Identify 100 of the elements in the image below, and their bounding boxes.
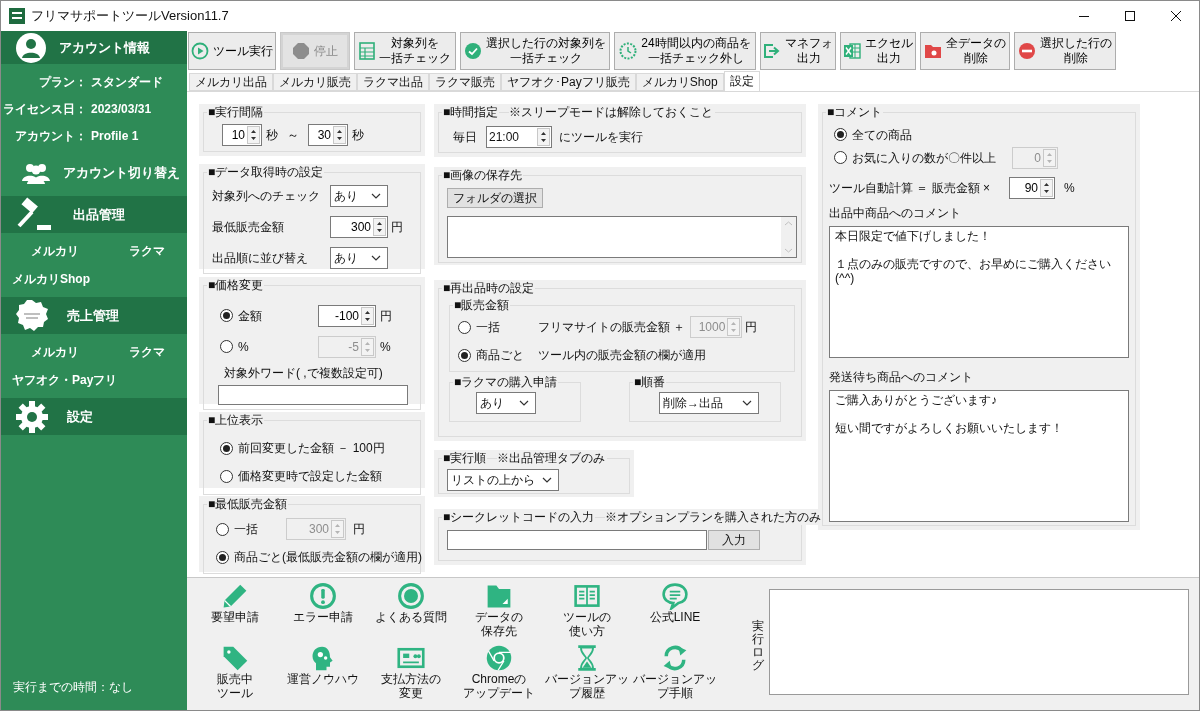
tab[interactable]: 設定 xyxy=(723,71,760,91)
tab[interactable]: ヤフオク･Payフリ販売 xyxy=(501,73,636,91)
sidebar-link[interactable]: メルカリShop xyxy=(12,270,90,288)
radio-label: 前回変更した金額 － 100円 xyxy=(238,440,385,457)
separator-label: ～ xyxy=(287,127,299,144)
group-note: ※スリープモードは解除しておくこと xyxy=(509,104,716,120)
sidebar-link[interactable]: メルカリ xyxy=(31,343,129,361)
toolbar-button[interactable]: 選択した行の対象列を 一括チェック xyxy=(460,32,610,70)
shortcut-button[interactable]: エラー申請 xyxy=(279,582,367,642)
spin-arrows-icon[interactable] xyxy=(373,218,386,236)
radio-button[interactable] xyxy=(220,309,233,322)
sidebar-link[interactable]: ラクマ xyxy=(129,242,165,260)
shortcut-button[interactable]: 要望申請 xyxy=(191,582,279,642)
comment-field[interactable]: ご購入ありがとうございます♪ 短い間ですがよろしくお願いいたします！ xyxy=(829,390,1129,522)
minimize-icon xyxy=(1079,15,1089,17)
tab[interactable]: メルカリ販売 xyxy=(273,73,357,91)
toolbar-button[interactable]: マネフォ 出力 xyxy=(760,32,836,70)
shortcut-button[interactable]: バージョンアッ プ手順 xyxy=(631,644,719,706)
header-label: アカウント情報 xyxy=(59,38,150,57)
folder-button[interactable]: フォルダの選択 xyxy=(447,188,543,208)
field-label: にツールを実行 xyxy=(559,129,643,146)
shortcut-button[interactable]: 運営ノウハウ xyxy=(279,644,367,706)
spin-arrows-icon[interactable] xyxy=(247,126,260,144)
group-title: ■順番 xyxy=(633,374,667,390)
sidebar-header[interactable]: アカウント情報 xyxy=(1,31,187,64)
radio-button[interactable] xyxy=(220,441,233,455)
info-label: プラン： xyxy=(38,73,87,91)
sidebar-link[interactable]: ヤフオク・Payフリ xyxy=(12,371,118,389)
text-field[interactable] xyxy=(447,530,707,550)
dropdown[interactable]: あり xyxy=(330,185,388,207)
dropdown[interactable]: 削除→出品 xyxy=(659,392,759,414)
stop-sign-icon xyxy=(292,42,310,60)
spin-arrows-icon[interactable] xyxy=(1040,179,1053,197)
radio-button[interactable] xyxy=(220,469,233,483)
shortcut-button[interactable]: 販売中 ツール xyxy=(191,644,279,706)
number-spinner[interactable]: -100 xyxy=(318,304,376,327)
toolbar-button[interactable]: 全データの 削除 xyxy=(920,32,1010,70)
shortcut-button[interactable]: 公式LINE xyxy=(631,582,719,642)
shortcut-button[interactable]: Chromeの アップデート xyxy=(455,644,543,706)
sidebar-link[interactable]: ラクマ xyxy=(129,343,165,361)
radio-button[interactable] xyxy=(458,348,471,362)
toolbar-button[interactable]: ツール実行 xyxy=(188,32,276,70)
unit-label: % xyxy=(380,338,391,356)
spin-arrows-icon[interactable] xyxy=(537,128,550,146)
dropdown[interactable]: あり xyxy=(330,247,388,269)
sidebar-header[interactable]: 出品管理 xyxy=(1,196,187,233)
toolbar-button[interactable]: 24時間以内の商品を 一括チェック外し xyxy=(614,32,756,70)
group-title: ■シークレットコードの入力 xyxy=(442,509,596,525)
maximize-icon xyxy=(1125,11,1135,21)
radio-label: 商品ごと(最低販売金額の欄が適用) xyxy=(234,549,422,566)
tab[interactable]: メルカリ出品 xyxy=(189,73,273,91)
price-tag-icon xyxy=(221,644,249,672)
dropdown[interactable]: あり xyxy=(476,392,536,414)
browser-ring-icon xyxy=(485,644,513,672)
sidebar-header[interactable]: 設定 xyxy=(1,398,187,435)
toolbar-button[interactable]: 選択した行の 削除 xyxy=(1014,32,1116,70)
sidebar-link[interactable]: メルカリ xyxy=(31,242,129,260)
text-area[interactable] xyxy=(447,216,797,258)
sold-out-badge-icon xyxy=(15,298,49,333)
text-field[interactable] xyxy=(218,385,408,405)
toolbar-button[interactable]: 対象列を 一括チェック xyxy=(354,32,456,70)
radio-button[interactable] xyxy=(216,550,229,564)
shortcut-button[interactable]: ツールの 使い方 xyxy=(543,582,631,642)
exit-arrow-icon xyxy=(763,42,781,60)
unit-label: 円 xyxy=(353,521,365,538)
number-spinner[interactable]: 30 xyxy=(308,124,348,146)
exclamation-icon xyxy=(309,582,337,610)
sidebar-header[interactable]: 売上管理 xyxy=(1,297,187,334)
field-label: 対象外ワード( ,で複数設定可) xyxy=(223,365,384,382)
spreadsheet-x-icon xyxy=(843,42,861,60)
group-title: ■ラクマの購入申請 xyxy=(453,374,559,390)
sidebar-item[interactable]: アカウント切り替え xyxy=(1,153,187,193)
number-spinner[interactable]: 90 xyxy=(1009,177,1055,199)
group-title: ■データ取得時の設定 xyxy=(207,164,325,180)
spin-arrows-icon[interactable] xyxy=(361,306,374,325)
number-spinner[interactable]: 300 xyxy=(330,216,388,238)
comment-field[interactable]: 本日限定で値下げしました！ １点のみの販売ですので、お早めにご購入ください(^^) xyxy=(829,226,1129,358)
dropdown[interactable]: リストの上から xyxy=(447,469,559,491)
log-label: 実行ログ xyxy=(752,619,764,673)
check-circle-icon xyxy=(464,42,482,60)
option-description: ツール内の販売金額の欄が適用 xyxy=(538,347,706,364)
time-spinner[interactable]: 21:00 xyxy=(486,126,552,148)
info-label: アカウント： xyxy=(14,127,87,145)
shortcut-button[interactable]: 支払方法の 変更 xyxy=(367,644,455,706)
field-label: 発送待ち商品へのコメント xyxy=(829,369,974,386)
spin-arrows-icon[interactable] xyxy=(333,126,346,144)
radio-button[interactable] xyxy=(834,128,847,141)
group-title: ■価格変更 xyxy=(207,277,265,293)
group-title: ■コメント xyxy=(826,104,884,120)
toolbar-button[interactable]: エクセル 出力 xyxy=(840,32,916,70)
shortcut-button[interactable]: データの 保存先 xyxy=(455,582,543,642)
shortcut-button[interactable]: バージョンアッ プ履歴 xyxy=(543,644,631,706)
tab[interactable]: ラクマ出品 xyxy=(357,73,429,91)
submit-button[interactable]: 入力 xyxy=(708,530,760,550)
number-spinner[interactable]: 10 xyxy=(222,124,262,146)
shortcut-button[interactable]: よくある質問 xyxy=(367,582,455,642)
tab[interactable]: メルカリShop xyxy=(635,73,724,91)
group-title: ■販売金額 xyxy=(453,297,511,313)
pencil-icon xyxy=(221,582,249,610)
tab[interactable]: ラクマ販売 xyxy=(429,73,501,91)
